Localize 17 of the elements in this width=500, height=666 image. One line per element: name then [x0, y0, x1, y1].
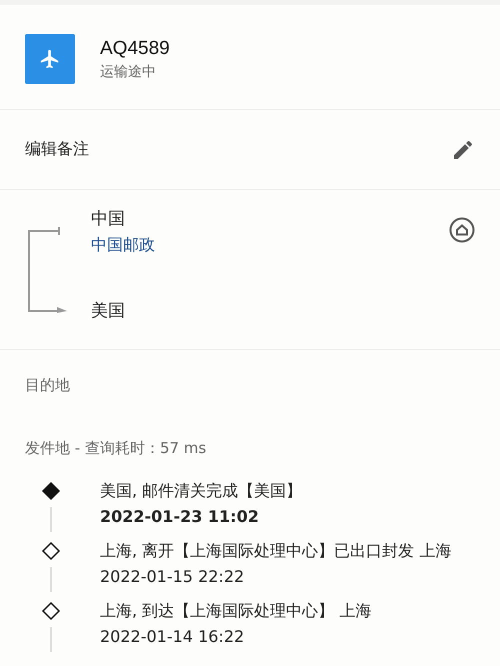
- event-description: 美国, 邮件清关完成【美国】: [100, 480, 304, 502]
- event-description: 上海, 到达【上海国际处理中心】 上海: [100, 600, 372, 622]
- destination-country: 美国: [91, 300, 126, 323]
- event-description: 上海, 离开【上海国际处理中心】已出口封发 上海: [100, 540, 452, 562]
- home-icon: [449, 217, 475, 243]
- edit-note-label: 编辑备注: [25, 139, 89, 160]
- origin-country: 中国: [91, 208, 126, 231]
- shipment-status: 运输途中: [100, 63, 156, 82]
- home-button[interactable]: [449, 217, 475, 243]
- airplane-icon: [39, 48, 61, 70]
- query-info: 发件地 - 查询耗时：57 ms: [24, 439, 208, 458]
- event-time: 2022-01-23 11:02: [100, 506, 260, 528]
- event-time: 2022-01-14 16:22: [100, 626, 246, 648]
- tracking-number: AQ4589: [100, 37, 170, 61]
- event-time: 2022-01-15 22:22: [100, 566, 246, 588]
- destination-label: 目的地: [24, 376, 71, 395]
- carrier-name: 中国邮政: [91, 234, 156, 256]
